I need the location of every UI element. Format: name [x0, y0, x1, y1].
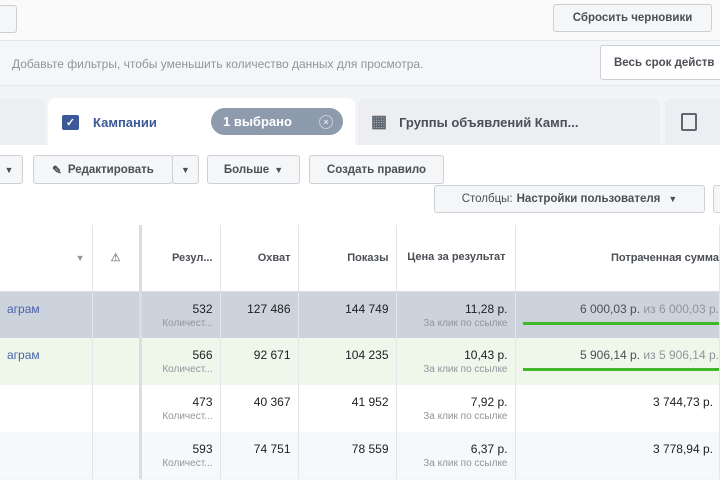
spend-progress-bar [522, 368, 719, 371]
budget-value: из 5 906,14 р. [643, 348, 719, 362]
budget-value: из 6 000,03 р. [643, 301, 719, 316]
table-row[interactable]: 473 Количест... 40 367 41 952 7,92 р. За к… [0, 385, 720, 432]
spent-cell: 6 000,03 р. из 6 000,03 р. [515, 291, 720, 338]
cost-cell: 10,43 р. За клик по ссылке [396, 338, 516, 385]
impressions-cell: 104 235 [298, 338, 397, 385]
chevron-down-icon: ▼ [274, 164, 284, 175]
cost-type: За клик по ссылке [423, 458, 508, 469]
reset-drafts-button[interactable]: Сбросить черновики [553, 4, 712, 32]
top-left-button[interactable] [0, 5, 17, 33]
cost-value: 6,37 р. [470, 442, 508, 456]
tab-account[interactable] [0, 98, 45, 146]
cost-type: За клик по ссылке [423, 364, 508, 375]
results-cell: 473 Количест... [140, 385, 221, 432]
edit-label: Редактировать [67, 163, 154, 176]
spent-cell: 3 778,94 р. [515, 432, 720, 479]
cost-value: 7,92 р. [470, 395, 508, 409]
filter-placeholder: Добавьте фильтры, чтобы уменьшить количе… [12, 57, 424, 71]
impressions-header[interactable]: Показы [298, 225, 397, 292]
campaign-name[interactable] [0, 432, 93, 479]
table-header: ▼ ⚠ Резул... Охват Показы Цена за резуль… [0, 225, 720, 292]
results-type: Количест... [162, 364, 213, 375]
results-value: 593 [192, 442, 213, 456]
cost-value: 11,28 р. [465, 301, 508, 316]
spent-cell: 3 744,73 р. [515, 385, 720, 432]
campaign-name[interactable]: аграм [0, 291, 93, 338]
warning-icon: ⚠ [92, 225, 142, 292]
impressions-cell: 78 559 [298, 432, 397, 479]
results-value: 532 [192, 301, 213, 316]
dropdown-button[interactable]: ▼ [0, 155, 23, 184]
edit-button[interactable]: ✎ Редактировать [33, 155, 173, 184]
cost-cell: 11,28 р. За клик по ссылке [396, 291, 516, 338]
results-type: Количест... [162, 458, 213, 469]
tab-campaigns[interactable]: ✓ Кампании 1 выбрано × [48, 98, 355, 146]
clear-selection-icon[interactable]: × [319, 114, 333, 129]
spent-value: 5 906,14 р. [580, 348, 641, 362]
warning-cell [92, 385, 142, 432]
reach-cell: 74 751 [220, 432, 299, 479]
results-cell: 593 Количест... [140, 432, 221, 479]
tab-campaigns-label: Кампании [93, 114, 157, 130]
spent-value: 6 000,03 р. [580, 301, 641, 316]
impressions-cell: 144 749 [298, 291, 397, 338]
columns-value: Настройки пользователя [516, 193, 661, 205]
date-range-button[interactable]: Весь срок действ [600, 45, 720, 80]
columns-button[interactable]: Столбцы: Настройки пользователя ▼ [434, 185, 705, 213]
cost-value: 10,43 р. [464, 348, 508, 362]
selected-pill[interactable]: 1 выбрано × [211, 108, 343, 135]
pencil-icon: ✎ [52, 164, 62, 177]
create-rule-button[interactable]: Создать правило [309, 155, 444, 184]
cost-type: За клик по ссылке [423, 411, 508, 422]
edit-dropdown-button[interactable]: ▼ [172, 155, 199, 184]
tab-ad-sets-label: Группы объявлений Камп... [399, 114, 579, 130]
ad-icon [681, 113, 697, 131]
grid-icon: ▦ [371, 112, 388, 131]
name-header[interactable]: ▼ [0, 225, 93, 292]
tab-ad-sets[interactable]: ▦ Группы объявлений Камп... [358, 98, 660, 146]
impressions-cell: 41 952 [298, 385, 397, 432]
cost-type: За клик по ссылке [423, 317, 508, 329]
spent-header[interactable]: Потраченная сумма [515, 225, 720, 292]
results-value: 473 [192, 395, 213, 409]
cost-header[interactable]: Цена за результат [396, 225, 516, 292]
results-header[interactable]: Резул... [140, 225, 221, 292]
campaign-name[interactable]: аграм [0, 338, 93, 385]
spend-progress-bar [522, 321, 719, 325]
campaigns-table: ▼ ⚠ Резул... Охват Показы Цена за резуль… [0, 225, 720, 479]
chevron-down-icon: ▼ [668, 194, 678, 204]
selected-count: 1 выбрано [223, 114, 292, 129]
warning-cell [92, 338, 142, 385]
reach-cell: 40 367 [220, 385, 299, 432]
campaign-name[interactable] [0, 385, 93, 432]
table-row[interactable]: аграм 532 Количест... 127 486 144 749 11,… [0, 291, 720, 338]
reach-header[interactable]: Охват [220, 225, 299, 292]
more-label: Больше [223, 163, 270, 176]
reach-cell: 127 486 [220, 291, 299, 338]
table-row[interactable]: аграм 566 Количест... 92 671 104 235 10,4… [0, 338, 720, 385]
columns-label: Столбцы: [461, 193, 513, 205]
breakdown-button[interactable] [713, 185, 720, 213]
results-cell: 566 Количест... [140, 338, 221, 385]
more-button[interactable]: Больше ▼ [207, 155, 300, 184]
results-value: 566 [192, 348, 213, 362]
warning-cell [92, 432, 142, 479]
table-row[interactable]: 593 Количест... 74 751 78 559 6,37 р. За к… [0, 432, 720, 479]
cost-cell: 7,92 р. За клик по ссылке [396, 385, 516, 432]
results-type: Количест... [162, 317, 213, 329]
warning-cell [92, 291, 142, 338]
tab-ads[interactable] [665, 98, 720, 146]
checkbox-icon: ✓ [62, 114, 79, 130]
spent-cell: 5 906,14 р. из 5 906,14 р. [515, 338, 720, 385]
reach-cell: 92 671 [220, 338, 299, 385]
results-cell: 532 Количест... [140, 291, 221, 338]
results-type: Количест... [162, 411, 213, 422]
cost-cell: 6,37 р. За клик по ссылке [396, 432, 516, 479]
